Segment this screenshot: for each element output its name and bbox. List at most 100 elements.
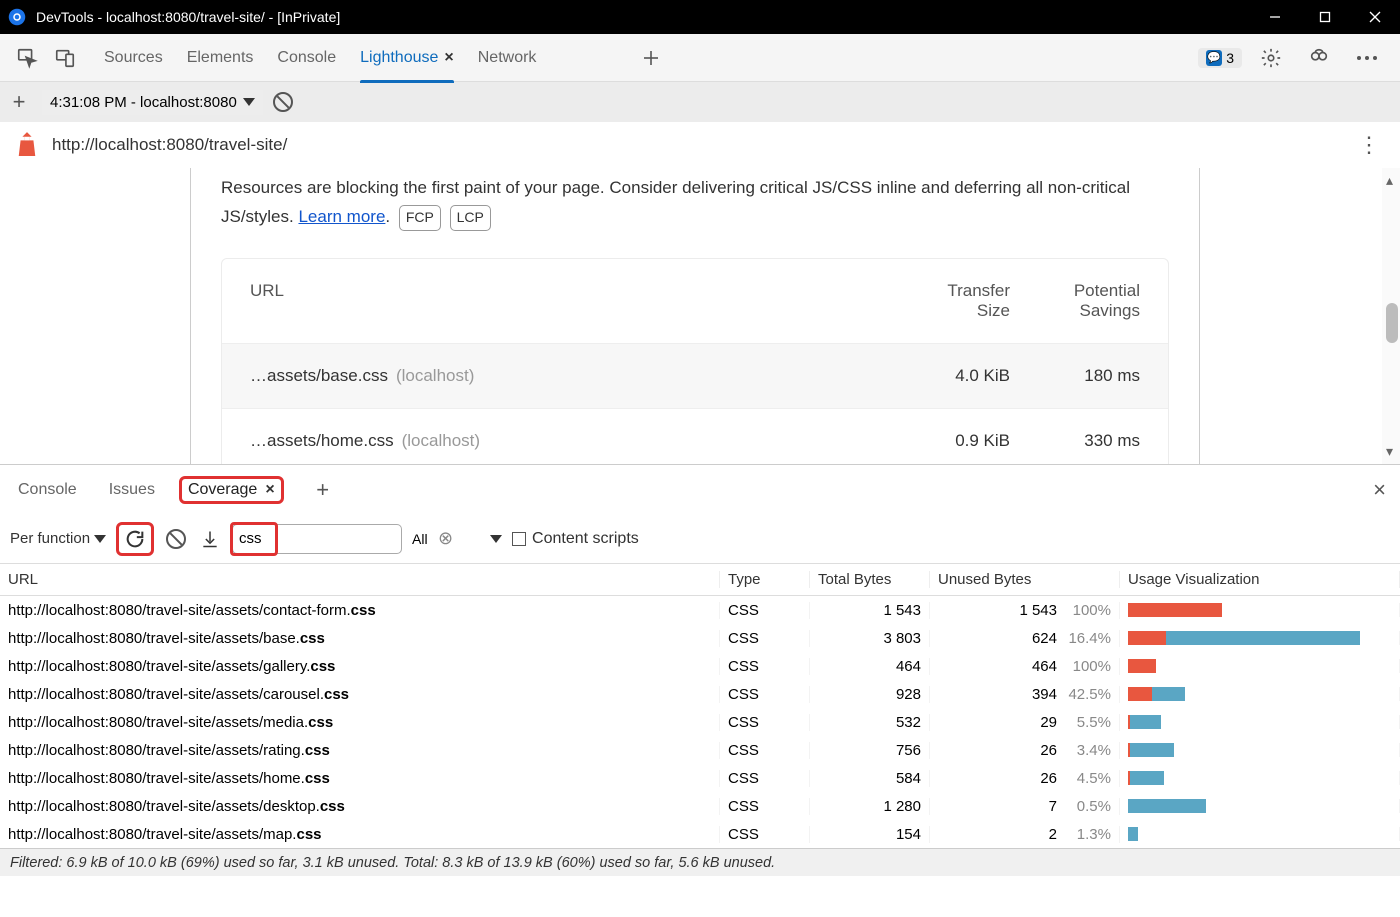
drawer-close-button[interactable]: × <box>1373 477 1386 503</box>
fcp-chip: FCP <box>399 205 441 231</box>
checkbox-icon <box>512 532 526 546</box>
issues-badge-icon: 💬 <box>1206 50 1222 66</box>
window-minimize-button[interactable] <box>1250 0 1300 34</box>
coverage-usage-bar <box>1120 799 1400 813</box>
coverage-unused-bytes: 21.3% <box>930 826 1120 843</box>
coverage-type: CSS <box>720 742 810 759</box>
coverage-url: http://localhost:8080/travel-site/assets… <box>0 630 720 647</box>
coverage-row[interactable]: http://localhost:8080/travel-site/assets… <box>0 680 1400 708</box>
close-icon[interactable]: × <box>265 481 274 499</box>
coverage-url: http://localhost:8080/travel-site/assets… <box>0 602 720 619</box>
header-total[interactable]: Total Bytes <box>810 571 930 588</box>
coverage-row[interactable]: http://localhost:8080/travel-site/assets… <box>0 792 1400 820</box>
coverage-usage-bar <box>1120 771 1400 785</box>
feedback-button[interactable] <box>1304 43 1334 73</box>
coverage-scope-label: Per function <box>10 530 90 547</box>
header-unused[interactable]: Unused Bytes <box>930 571 1120 588</box>
coverage-usage-bar <box>1120 743 1400 757</box>
coverage-url: http://localhost:8080/travel-site/assets… <box>0 686 720 703</box>
coverage-row[interactable]: http://localhost:8080/travel-site/assets… <box>0 652 1400 680</box>
coverage-row[interactable]: http://localhost:8080/travel-site/assets… <box>0 736 1400 764</box>
window-maximize-button[interactable] <box>1300 0 1350 34</box>
coverage-scope-select[interactable]: Per function <box>10 530 106 547</box>
coverage-row[interactable]: http://localhost:8080/travel-site/assets… <box>0 708 1400 736</box>
coverage-total-bytes: 928 <box>810 686 930 703</box>
lighthouse-audit-content: Resources are blocking the first paint o… <box>0 168 1400 464</box>
tab-elements[interactable]: Elements <box>187 34 254 82</box>
scroll-thumb[interactable] <box>1386 303 1398 343</box>
header-type[interactable]: Type <box>720 571 810 588</box>
audited-url: http://localhost:8080/travel-site/ <box>52 135 1348 155</box>
coverage-row[interactable]: http://localhost:8080/travel-site/assets… <box>0 624 1400 652</box>
device-toolbar-button[interactable] <box>50 43 80 73</box>
scroll-up-icon[interactable]: ▴ <box>1386 172 1393 189</box>
coverage-url: http://localhost:8080/travel-site/assets… <box>0 658 720 675</box>
coverage-usage-bar <box>1120 603 1400 617</box>
coverage-total-bytes: 464 <box>810 658 930 675</box>
more-options-button[interactable] <box>1352 43 1382 73</box>
close-icon[interactable]: × <box>444 49 453 67</box>
coverage-unused-bytes: 1 543100% <box>930 602 1120 619</box>
tab-label: Network <box>478 49 537 67</box>
col-transfer-size: TransferSize <box>880 281 1010 321</box>
audit-row[interactable]: …assets/base.css(localhost) 4.0 KiB 180 … <box>222 343 1168 408</box>
tab-label: Sources <box>104 49 163 67</box>
coverage-type: CSS <box>720 770 810 787</box>
vertical-scrollbar[interactable]: ▴ ▾ <box>1382 168 1400 464</box>
settings-button[interactable] <box>1256 43 1286 73</box>
tab-lighthouse[interactable]: Lighthouse × <box>360 34 454 82</box>
issues-count: 3 <box>1226 50 1234 66</box>
drawer-tab-console[interactable]: Console <box>10 475 85 505</box>
coverage-type: CSS <box>720 630 810 647</box>
tab-sources[interactable]: Sources <box>104 34 163 82</box>
clear-button[interactable] <box>273 92 293 112</box>
drawer-tab-coverage-label: Coverage <box>188 481 257 499</box>
issues-badge[interactable]: 💬 3 <box>1198 48 1242 68</box>
lighthouse-subtoolbar: + 4:31:08 PM - localhost:8080 <box>0 82 1400 122</box>
drawer-tab-issues[interactable]: Issues <box>101 475 163 505</box>
clear-filter-button[interactable]: ⊗ <box>438 528 453 549</box>
window-close-button[interactable] <box>1350 0 1400 34</box>
coverage-unused-bytes: 62416.4% <box>930 630 1120 647</box>
dropdown-icon <box>94 535 106 543</box>
coverage-export-button[interactable] <box>198 527 222 551</box>
content-scripts-toggle[interactable]: Content scripts <box>512 530 639 548</box>
scroll-down-icon[interactable]: ▾ <box>1386 443 1393 460</box>
drawer-tab-coverage[interactable]: Coverage × <box>179 476 284 504</box>
audit-table: URL TransferSize PotentialSavings …asset… <box>221 258 1169 464</box>
lighthouse-icon <box>16 132 38 158</box>
report-menu-button[interactable]: ⋮ <box>1348 132 1390 158</box>
header-url[interactable]: URL <box>0 571 720 588</box>
coverage-row[interactable]: http://localhost:8080/travel-site/assets… <box>0 596 1400 624</box>
dropdown-icon <box>490 535 502 543</box>
lighthouse-url-bar: http://localhost:8080/travel-site/ ⋮ <box>0 122 1400 168</box>
tab-label: Console <box>277 49 336 67</box>
coverage-url: http://localhost:8080/travel-site/assets… <box>0 826 720 843</box>
coverage-clear-button[interactable] <box>164 527 188 551</box>
report-selector[interactable]: 4:31:08 PM - localhost:8080 <box>42 90 263 115</box>
tab-network[interactable]: Network <box>478 34 537 82</box>
tab-label: Lighthouse <box>360 49 438 67</box>
inspect-element-button[interactable] <box>12 43 42 73</box>
col-url: URL <box>250 281 880 321</box>
coverage-type: CSS <box>720 686 810 703</box>
coverage-unused-bytes: 295.5% <box>930 714 1120 731</box>
coverage-filter-input[interactable] <box>239 530 438 547</box>
lcp-chip: LCP <box>450 205 491 231</box>
audit-row[interactable]: …assets/home.css(localhost) 0.9 KiB 330 … <box>222 408 1168 464</box>
add-drawer-tab-button[interactable]: + <box>310 477 336 503</box>
tab-console[interactable]: Console <box>277 34 336 82</box>
add-tab-button[interactable] <box>636 43 666 73</box>
coverage-reload-button[interactable] <box>116 522 154 556</box>
coverage-unused-bytes: 70.5% <box>930 798 1120 815</box>
coverage-usage-bar <box>1120 687 1400 701</box>
coverage-row[interactable]: http://localhost:8080/travel-site/assets… <box>0 764 1400 792</box>
coverage-unused-bytes: 39442.5% <box>930 686 1120 703</box>
coverage-row[interactable]: http://localhost:8080/travel-site/assets… <box>0 820 1400 848</box>
learn-more-link[interactable]: Learn more <box>298 207 385 226</box>
coverage-total-bytes: 532 <box>810 714 930 731</box>
header-viz[interactable]: Usage Visualization <box>1120 571 1400 588</box>
coverage-usage-bar <box>1120 659 1400 673</box>
coverage-usage-bar <box>1120 631 1400 645</box>
new-lighthouse-report-button[interactable]: + <box>6 89 32 115</box>
